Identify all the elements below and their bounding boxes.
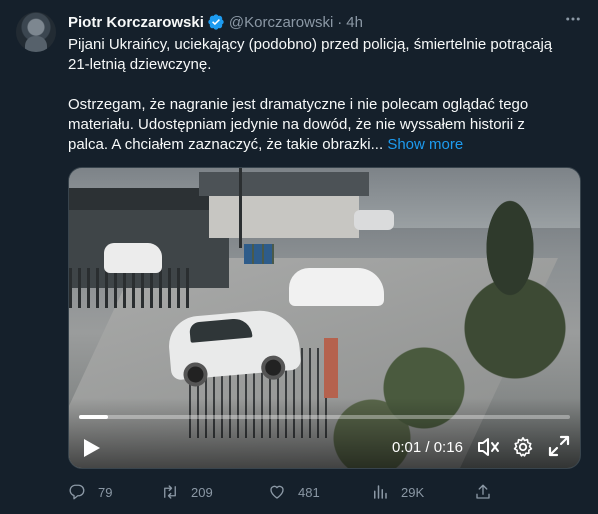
reply-icon: [69, 484, 85, 500]
tweet-text: Pijani Ukraińcy, uciekający (podobno) pr…: [68, 35, 568, 155]
ellipsis-icon[interactable]: [564, 10, 582, 33]
views-button[interactable]: 29K: [371, 480, 424, 504]
heart-icon: [270, 485, 284, 499]
reply-count: 79: [98, 484, 113, 500]
video-duration: 0:16: [433, 439, 463, 456]
author-name[interactable]: Piotr Korczarowski: [68, 14, 204, 31]
video-timecode: 0:01 / 0:16: [392, 439, 463, 456]
reply-button[interactable]: 79: [68, 480, 112, 504]
video-frame-distant-car: [354, 210, 394, 230]
video-frame-pole: [239, 168, 242, 248]
video-frame-fence: [69, 268, 189, 308]
play-icon[interactable]: [83, 438, 101, 458]
tweet-actions: 79 209 481 29K: [68, 480, 498, 504]
like-button[interactable]: 481: [268, 480, 320, 504]
video-frame-house-center: [199, 172, 369, 238]
analytics-icon: [374, 485, 387, 499]
video-controls-overlay: [69, 398, 580, 468]
video-player[interactable]: 0:01 / 0:16: [68, 167, 581, 469]
video-frame-bins: [244, 244, 274, 264]
retweet-count: 209: [191, 484, 213, 500]
show-more-link[interactable]: Show more: [387, 136, 463, 153]
retweet-button[interactable]: 209: [161, 480, 213, 504]
timestamp[interactable]: 4h: [346, 14, 363, 31]
gear-icon[interactable]: [512, 436, 534, 458]
expand-icon[interactable]: [548, 435, 570, 457]
tweet-header: Piotr Korczarowski @Korczarowski · 4h: [68, 12, 582, 32]
video-current-time: 0:01: [392, 439, 422, 456]
author-handle[interactable]: @Korczarowski: [229, 14, 333, 31]
video-progress-bar[interactable]: [79, 415, 570, 419]
share-icon: [476, 484, 490, 499]
share-button[interactable]: [474, 480, 504, 504]
verified-badge-icon: [208, 14, 224, 30]
video-time-separator: /: [421, 439, 434, 456]
avatar[interactable]: [16, 12, 56, 52]
tweet-paragraph-2: Ostrzegam, że nagranie jest dramatyczne …: [68, 95, 568, 155]
retweet-icon: [164, 485, 176, 499]
like-count: 481: [298, 484, 320, 500]
video-frame-white-suv: [166, 307, 302, 388]
video-frame-tree: [480, 188, 540, 308]
tweet-paragraph-1: Pijani Ukraińcy, uciekający (podobno) pr…: [68, 36, 553, 73]
video-progress-fill: [79, 415, 109, 419]
views-count: 29K: [401, 484, 425, 500]
video-frame-parked-car: [104, 243, 162, 273]
video-frame-brick-post: [324, 338, 338, 398]
separator-dot: ·: [337, 13, 343, 31]
volume-muted-icon[interactable]: [477, 436, 501, 458]
